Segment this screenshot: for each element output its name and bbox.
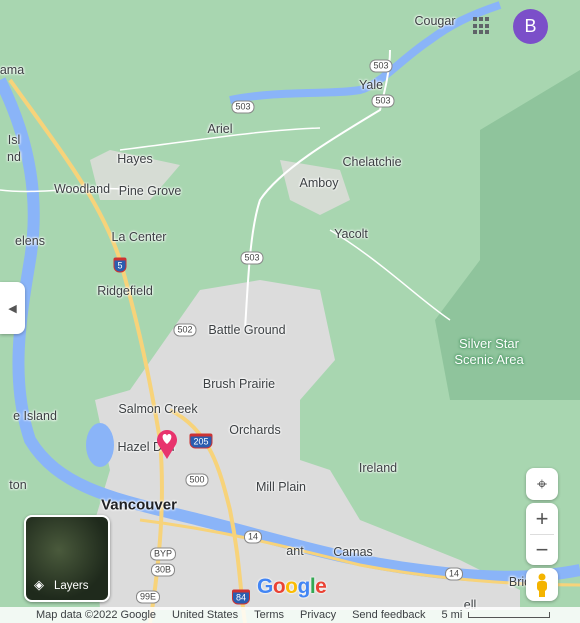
route-shield: 14 (444, 567, 464, 581)
route-shield: 30B (150, 563, 176, 577)
place-label: Mill Plain (255, 480, 307, 494)
send-feedback-link[interactable]: Send feedback (352, 609, 425, 621)
city-label-vancouver: Vancouver (101, 496, 177, 514)
zoom-controls: + − (526, 503, 558, 565)
zoom-in-button[interactable]: + (530, 504, 554, 535)
interstate-shield: 5 (113, 257, 127, 273)
park-label-line: Scenic Area (454, 352, 524, 367)
place-label: Ireland (358, 461, 398, 475)
scale-bar[interactable]: 5 mi (441, 609, 551, 621)
map-footer: Map data ©2022 Google United States Term… (0, 607, 580, 623)
region-link[interactable]: United States (172, 609, 238, 621)
avatar[interactable]: B (513, 9, 548, 44)
route-shield: 14 (243, 530, 263, 544)
interstate-shield: 205 (189, 433, 213, 449)
my-location-icon: ⌖ (536, 473, 548, 494)
apps-grid-icon[interactable] (473, 17, 491, 35)
collapse-panel-button[interactable]: ◀ (0, 282, 25, 334)
place-label: Camas (333, 545, 373, 559)
park-label-line: Silver Star (459, 336, 519, 351)
place-label: Cougar (414, 14, 456, 28)
route-shield: 503 (240, 251, 264, 265)
chevron-left-icon: ◀ (8, 302, 17, 315)
route-shield: 502 (173, 323, 197, 337)
scale-line (468, 612, 551, 619)
place-label: Woodland (53, 182, 111, 196)
place-label: ton (9, 478, 27, 492)
place-label: e Island (13, 409, 57, 423)
place-label: ant (286, 544, 304, 558)
my-location-button[interactable]: ⌖ (526, 468, 558, 500)
privacy-link[interactable]: Privacy (300, 609, 336, 621)
street-view-button[interactable] (526, 568, 558, 601)
google-logo: Google (257, 575, 327, 598)
terms-link[interactable]: Terms (254, 609, 284, 621)
place-label: Yale (358, 78, 384, 92)
park-label: Silver Star Scenic Area (454, 336, 523, 368)
route-shield: 503 (371, 94, 395, 108)
route-shield: 503 (369, 59, 393, 73)
place-label: Yacolt (334, 227, 368, 241)
layers-icon: ◈ (34, 577, 44, 592)
place-label: ama (0, 63, 25, 77)
place-label: Isl (7, 133, 21, 147)
place-label: Hayes (117, 152, 153, 166)
lake (86, 423, 114, 467)
place-label: elens (15, 234, 45, 248)
place-label: nd (7, 150, 21, 164)
place-label: Brush Prairie (202, 377, 276, 391)
place-label: La Center (111, 230, 167, 244)
place-label: Amboy (299, 176, 339, 190)
place-label: Chelatchie (342, 155, 402, 169)
place-label: Pine Grove (118, 184, 182, 198)
route-shield: BYP (149, 547, 177, 561)
scale-label: 5 mi (441, 609, 463, 621)
route-shield: 503 (231, 100, 255, 114)
layers-button[interactable]: ◈ Layers (24, 515, 110, 602)
place-label: Ridgefield (97, 284, 153, 298)
layers-label: Layers (54, 580, 89, 592)
interstate-shield: 84 (231, 589, 251, 605)
route-shield: 99E (135, 590, 161, 604)
route-shield: 500 (185, 473, 209, 487)
place-label: Battle Ground (208, 323, 286, 337)
heart-pin-icon[interactable] (155, 426, 179, 460)
zoom-out-button[interactable]: − (536, 535, 549, 565)
place-label: Ariel (207, 122, 233, 136)
street-view-pegman-icon (537, 573, 547, 597)
map-data-attribution: Map data ©2022 Google (36, 609, 157, 621)
place-label: Orchards (229, 423, 281, 437)
place-label: Salmon Creek (118, 402, 198, 416)
